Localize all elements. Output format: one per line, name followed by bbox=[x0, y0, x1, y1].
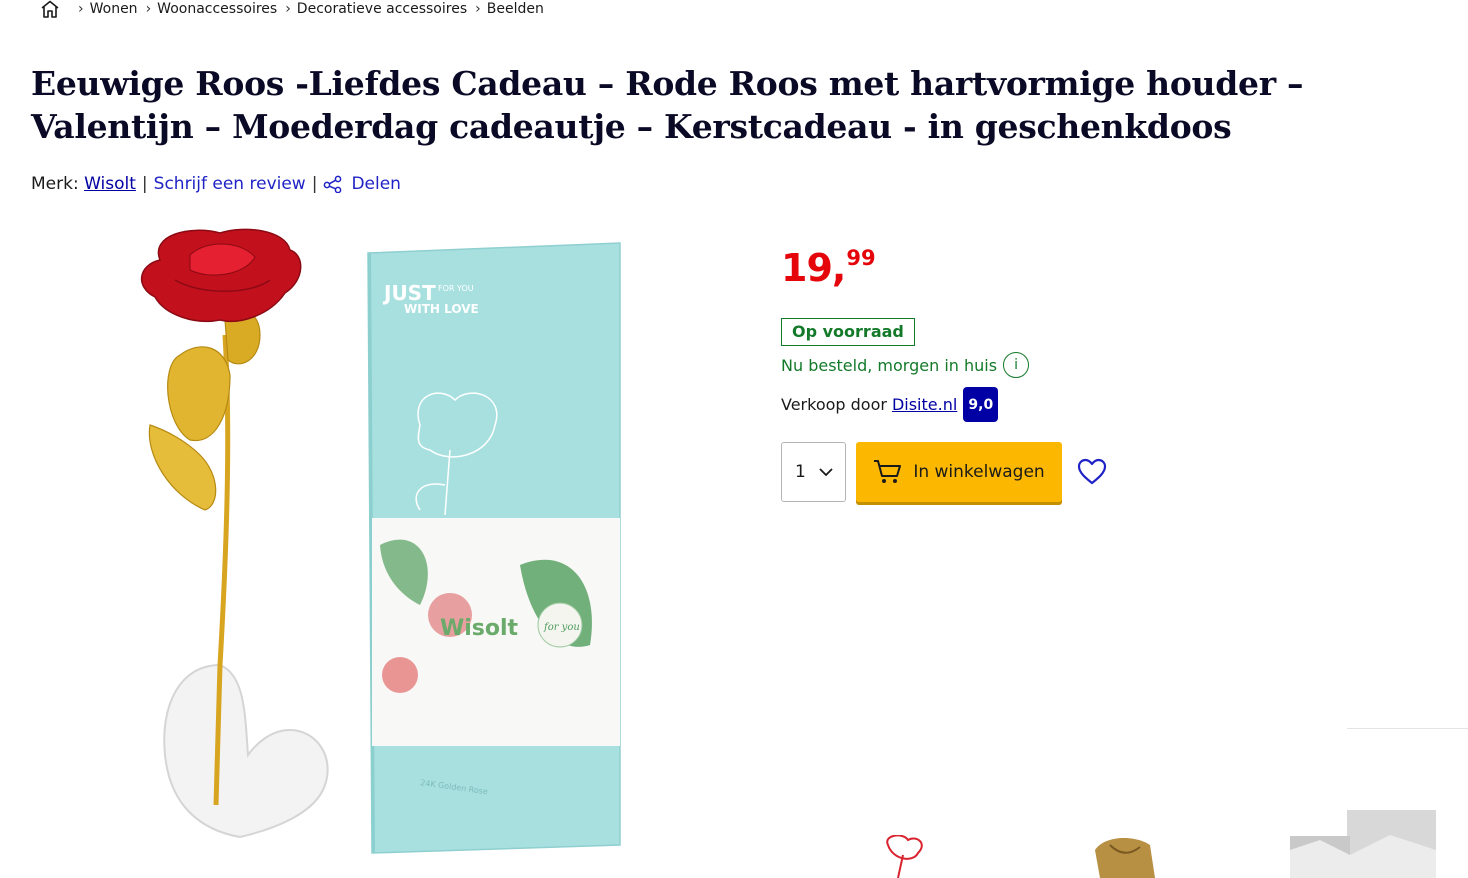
write-review-link[interactable]: Schrijf een review bbox=[154, 174, 306, 194]
quantity-value: 1 bbox=[795, 462, 806, 482]
info-icon[interactable]: i bbox=[1003, 352, 1030, 378]
seller-label: Verkoop door bbox=[781, 395, 887, 414]
related-product-thumbnail[interactable] bbox=[1085, 835, 1160, 878]
divider: | bbox=[141, 174, 148, 194]
product-title: Eeuwige Roos -Liefdes Cadeau – Rode Roos… bbox=[31, 64, 1304, 146]
price-main: 19, bbox=[781, 246, 846, 290]
svg-text:WITH LOVE: WITH LOVE bbox=[404, 302, 479, 316]
product-image[interactable]: Wisolt for you JUST FOR YOU WITH LOVE 24… bbox=[120, 225, 640, 875]
chevron-down-icon bbox=[818, 467, 834, 477]
breadcrumb: › Wonen › Woonaccessoires › Decoratieve … bbox=[40, 0, 552, 18]
share-icon[interactable] bbox=[323, 175, 343, 193]
price: 19, 99 bbox=[781, 245, 876, 291]
divider bbox=[1347, 728, 1468, 729]
quantity-select[interactable]: 1 bbox=[781, 442, 846, 502]
breadcrumb-item-wonen[interactable]: › Wonen bbox=[78, 1, 146, 17]
chevron-right-icon: › bbox=[145, 1, 152, 17]
breadcrumb-label[interactable]: Beelden bbox=[487, 1, 544, 17]
breadcrumb-item-woonaccessoires[interactable]: › Woonaccessoires bbox=[146, 1, 286, 17]
breadcrumb-label[interactable]: Wonen bbox=[90, 1, 138, 17]
breadcrumb-item-decoratieve-accessoires[interactable]: › Decoratieve accessoires bbox=[285, 1, 475, 17]
brand-label: Merk: bbox=[31, 174, 79, 194]
svg-text:FOR YOU: FOR YOU bbox=[438, 284, 474, 293]
price-cents: 99 bbox=[846, 246, 876, 270]
cart-icon bbox=[873, 459, 903, 485]
add-to-cart-button[interactable]: In winkelwagen bbox=[856, 442, 1062, 502]
breadcrumb-item-beelden[interactable]: › Beelden bbox=[475, 1, 552, 17]
home-icon[interactable] bbox=[40, 0, 62, 18]
svg-text:for you: for you bbox=[543, 622, 580, 633]
breadcrumb-label[interactable]: Decoratieve accessoires bbox=[297, 1, 467, 17]
chevron-right-icon: › bbox=[78, 1, 84, 17]
share-link[interactable]: Delen bbox=[351, 174, 401, 194]
brand-link[interactable]: Wisolt bbox=[84, 174, 136, 194]
product-meta: Merk: Wisolt | Schrijf een review | Dele… bbox=[31, 174, 401, 194]
breadcrumb-label[interactable]: Woonaccessoires bbox=[157, 1, 277, 17]
delivery-info: Nu besteld, morgen in huis i bbox=[781, 352, 1030, 378]
divider: | bbox=[311, 174, 318, 194]
chevron-right-icon: › bbox=[475, 1, 481, 17]
related-product-thumbnail[interactable] bbox=[1290, 810, 1436, 878]
seller-info: Verkoop door Disite.nl 9,0 bbox=[781, 387, 999, 422]
add-to-cart-label: In winkelwagen bbox=[913, 462, 1045, 482]
wishlist-heart-icon[interactable] bbox=[1076, 457, 1108, 487]
svg-text:Wisolt: Wisolt bbox=[440, 616, 519, 641]
related-product-thumbnail[interactable] bbox=[868, 835, 938, 878]
delivery-text: Nu besteld, morgen in huis bbox=[781, 355, 998, 375]
stock-badge: Op voorraad bbox=[781, 318, 915, 346]
seller-link[interactable]: Disite.nl bbox=[892, 395, 957, 414]
chevron-right-icon: › bbox=[285, 1, 291, 17]
seller-score-badge: 9,0 bbox=[963, 387, 999, 422]
